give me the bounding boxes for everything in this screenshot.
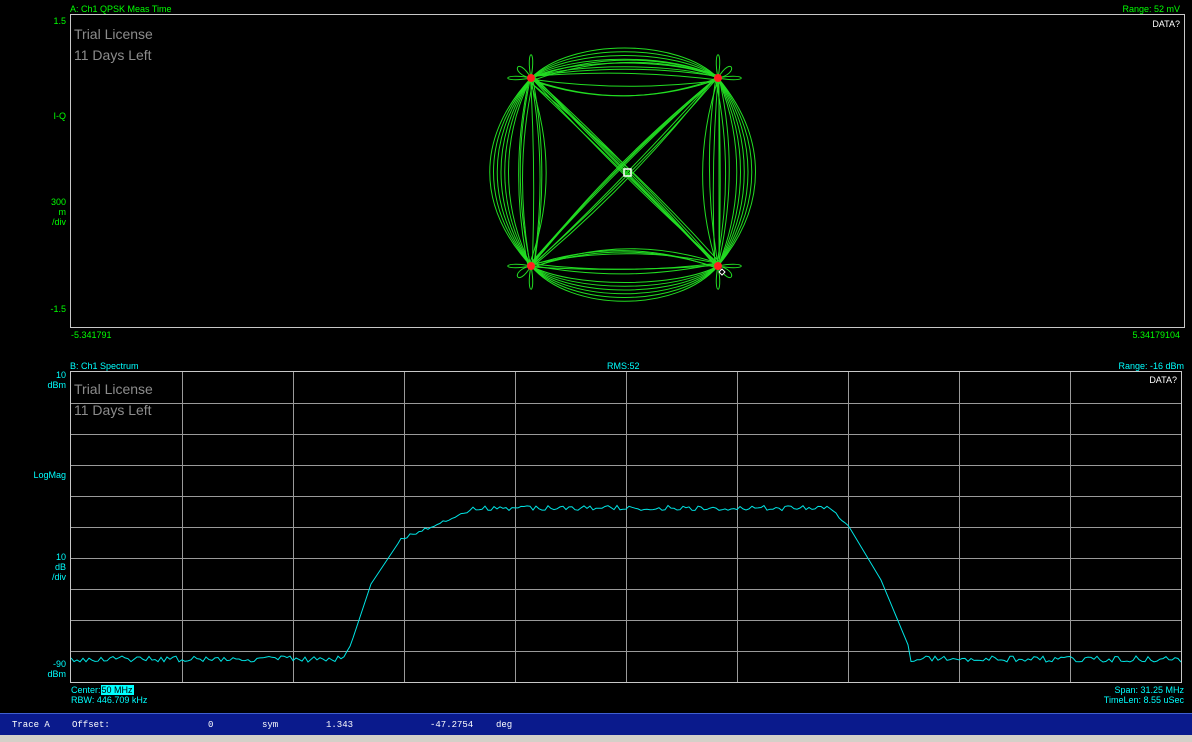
trace-b-plot[interactable]: DATA? Trial License 11 Days Left xyxy=(70,371,1182,683)
status-unit-sym: sym xyxy=(262,720,279,730)
status-value-2: 1.343 xyxy=(326,720,354,730)
symbol-point-tl xyxy=(527,74,535,82)
trace-a-y-bottom: -1.5 xyxy=(50,304,66,314)
trace-a-plot[interactable]: DATA? Trial License 11 Days Left xyxy=(70,14,1185,328)
trace-b-span: Span: 31.25 MHz xyxy=(1114,685,1184,695)
watermark-line-1: Trial License xyxy=(74,381,153,397)
status-offset-value: 0 xyxy=(208,720,214,730)
watermark-line-2: 11 Days Left xyxy=(74,402,152,418)
trace-a-range: Range: 52 mV xyxy=(1122,4,1180,14)
spectrum-plot xyxy=(71,372,1181,682)
y-scale-value: 300 xyxy=(50,197,66,207)
y-scale-div: /div xyxy=(51,572,66,582)
trace-b-y-mid: LogMag xyxy=(33,470,66,480)
trace-b-y-bottom: -90 dBm xyxy=(26,659,66,679)
trace-a-y-top: 1.5 xyxy=(53,16,66,26)
constellation-diagram xyxy=(489,47,756,302)
status-offset-label: Offset: xyxy=(72,720,110,730)
trace-a-y-scale: 300 m /div xyxy=(26,197,66,227)
status-value-3: -47.2754 xyxy=(430,720,474,730)
center-value[interactable]: 50 MHz xyxy=(100,685,134,695)
y-bottom-unit: dBm xyxy=(47,669,66,679)
trace-b-timelen: TimeLen: 8.55 uSec xyxy=(1103,695,1184,705)
trace-b-y-top: 10 dBm xyxy=(26,370,66,390)
trace-b-data-query: DATA? xyxy=(1149,375,1177,385)
symbol-point-bl xyxy=(527,262,535,270)
trace-b-watermark: Trial License 11 Days Left xyxy=(74,379,153,421)
trace-a-title[interactable]: A: Ch1 QPSK Meas Time xyxy=(70,4,172,14)
symbol-point-br xyxy=(714,262,722,270)
symbol-point-tr xyxy=(714,74,722,82)
y-scale-value: 10 xyxy=(55,552,66,562)
trace-b-rbw: RBW: 446.709 kHz xyxy=(71,695,148,705)
status-trace: Trace A xyxy=(12,720,50,730)
trace-b-rms: RMS:52 xyxy=(607,361,640,371)
y-scale-unit: m xyxy=(58,207,67,217)
bottom-strip xyxy=(0,735,1192,742)
y-top-unit: dBm xyxy=(47,380,66,390)
trace-b-title[interactable]: B: Ch1 Spectrum xyxy=(70,361,139,371)
y-scale-unit: dB xyxy=(54,562,66,572)
trace-b-center[interactable]: Center:50 MHz xyxy=(71,685,134,695)
y-bottom-value: -90 xyxy=(52,659,66,669)
center-label: Center: xyxy=(71,685,101,695)
trace-a-x-right: 5.34179104 xyxy=(1132,330,1180,340)
trace-b-range: Range: -16 dBm xyxy=(1118,361,1184,371)
trace-a-x-left: -5.341791 xyxy=(71,330,112,340)
y-scale-div: /div xyxy=(51,217,66,227)
y-top-value: 10 xyxy=(55,370,66,380)
spectrum-grid xyxy=(71,372,1181,682)
trace-a-y-mid: I-Q xyxy=(53,111,67,121)
trace-b-y-scale: 10 dB /div xyxy=(26,552,66,582)
marker-status-bar: Trace A Offset: 0 sym 1.343 -47.2754 deg xyxy=(0,713,1192,735)
status-unit-deg: deg xyxy=(496,720,513,730)
